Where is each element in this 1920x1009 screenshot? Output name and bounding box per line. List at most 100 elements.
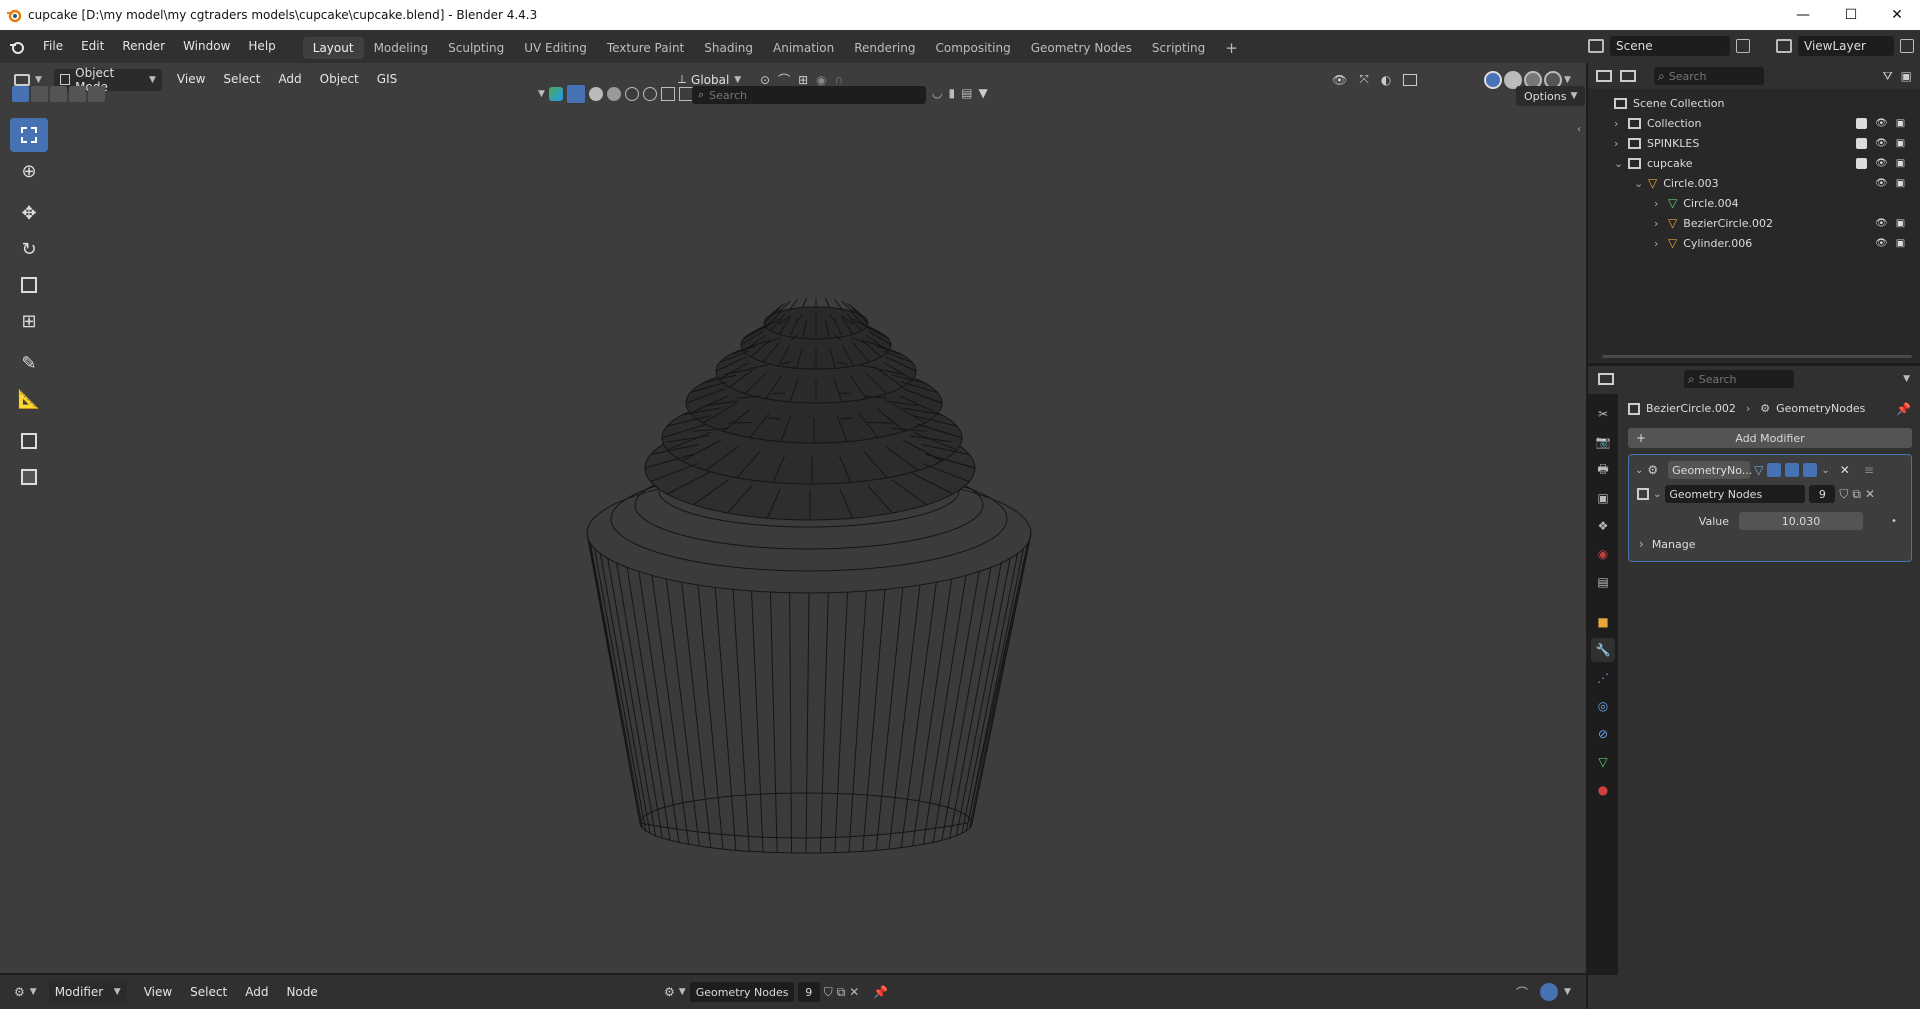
proportional-edit-icon[interactable]: ◉: [816, 73, 826, 87]
chevron-down-icon[interactable]: ⌄: [1821, 465, 1829, 476]
chevron-down-icon[interactable]: ⌄: [1634, 177, 1648, 190]
delete-modifier-icon[interactable]: ✕: [1840, 463, 1850, 477]
camera-icon[interactable]: ▣: [1896, 158, 1905, 169]
chevron-right-icon[interactable]: ›: [1654, 237, 1668, 250]
rotate-tool[interactable]: ↻: [10, 232, 48, 266]
wireframe-shading-icon[interactable]: [1484, 70, 1502, 89]
scene-selector[interactable]: Scene: [1610, 36, 1730, 56]
maximize-button[interactable]: ☐: [1828, 0, 1874, 30]
outliner-row-spinkles[interactable]: › SPINKLES 👁 ▣: [1588, 133, 1920, 153]
eye-icon[interactable]: 👁: [1875, 138, 1888, 149]
sphere-icon[interactable]: [588, 87, 603, 101]
viewport-menu-view[interactable]: View: [168, 63, 214, 96]
display-mode-icon[interactable]: [1620, 70, 1636, 82]
cage-icon[interactable]: [1767, 463, 1782, 477]
pin-icon[interactable]: 📌: [1896, 402, 1911, 416]
modifier-name-field[interactable]: GeometryNo...: [1668, 461, 1752, 479]
properties-search-input[interactable]: [1698, 372, 1779, 386]
node-context-selector[interactable]: Modifier ▼: [48, 981, 127, 1003]
bookmark-icon[interactable]: ▮: [948, 86, 955, 100]
eye-icon[interactable]: 👁: [1875, 178, 1888, 189]
outliner-editor-icon[interactable]: [1596, 70, 1612, 82]
new-collection-icon[interactable]: ▣: [1901, 69, 1912, 83]
select-new-icon[interactable]: [12, 86, 29, 102]
close-window-button[interactable]: ✕: [1874, 0, 1920, 30]
pin-icon[interactable]: 📌: [873, 985, 888, 999]
view-layer-selector[interactable]: ViewLayer: [1798, 36, 1894, 56]
move-tool[interactable]: ✥: [10, 196, 48, 230]
eye-icon[interactable]: 👁: [1875, 118, 1888, 129]
tab-sculpting[interactable]: Sculpting: [438, 37, 514, 59]
3d-viewport[interactable]: [0, 63, 1586, 973]
outliner-search-field[interactable]: ⌕: [1654, 67, 1764, 85]
add-workspace-icon[interactable]: +: [1215, 37, 1248, 59]
camera-icon[interactable]: ▣: [1896, 138, 1905, 149]
add-modifier-button[interactable]: + Add Modifier: [1628, 428, 1912, 448]
outliner-search-input[interactable]: [1668, 69, 1749, 83]
transform-tool[interactable]: ⊞: [10, 304, 48, 338]
select-extend-icon[interactable]: [31, 86, 48, 102]
measure-tool[interactable]: 📐: [10, 382, 48, 416]
node-menu-node[interactable]: Node: [277, 976, 326, 1009]
fake-user-icon[interactable]: ⛉: [824, 985, 833, 1000]
select-box-tool[interactable]: [10, 118, 48, 152]
chevron-down-icon[interactable]: ▼: [1903, 374, 1910, 384]
chevron-right-icon[interactable]: ›: [1614, 137, 1628, 150]
unlink-icon[interactable]: ✕: [849, 985, 859, 999]
tab-physics[interactable]: ◎: [1591, 694, 1615, 718]
tab-data[interactable]: ▽: [1591, 750, 1615, 774]
user-count[interactable]: 9: [1809, 485, 1836, 503]
viewport-menu-select[interactable]: Select: [214, 63, 269, 96]
node-editor-type-selector[interactable]: ⚙ ▼: [8, 981, 43, 1003]
tab-scripting[interactable]: Scripting: [1142, 37, 1215, 59]
outliner-row-circle-003[interactable]: ⌄ ▽ Circle.003 👁 ▣: [1588, 173, 1920, 193]
tab-rendering[interactable]: Rendering: [844, 37, 925, 59]
drag-handle-icon[interactable]: ≡: [1864, 463, 1874, 477]
cursor-tool[interactable]: ⊕: [10, 154, 48, 188]
node-tree-icon[interactable]: ⚙: [664, 985, 675, 999]
fake-user-icon[interactable]: ⛉: [1839, 487, 1848, 502]
tab-layout[interactable]: Layout: [302, 36, 364, 59]
render-display-icon[interactable]: [1803, 463, 1818, 477]
menu-help[interactable]: Help: [239, 30, 284, 63]
chevron-down-icon[interactable]: ▼: [679, 987, 686, 997]
exclude-checkbox[interactable]: [1856, 117, 1867, 129]
filter-icon[interactable]: ⛛: [1883, 69, 1893, 84]
snap-icon[interactable]: ⌒: [1516, 984, 1528, 1001]
node-tree-icon[interactable]: [1637, 488, 1649, 500]
menu-file[interactable]: File: [34, 30, 72, 63]
camera-icon[interactable]: [678, 87, 693, 101]
add-cube-tool[interactable]: [10, 424, 48, 458]
scale-tool[interactable]: [10, 268, 48, 302]
viewport-search-input[interactable]: [709, 88, 890, 102]
chevron-down-icon[interactable]: ▼: [538, 89, 545, 99]
tab-collection[interactable]: ▤: [1591, 570, 1615, 594]
options-dropdown[interactable]: Options ▼: [1516, 86, 1586, 106]
new-view-layer-icon[interactable]: [1900, 39, 1914, 53]
select-intersect-icon[interactable]: [88, 86, 105, 102]
unlink-icon[interactable]: ✕: [1865, 487, 1875, 501]
viewport-display-icon[interactable]: [1785, 463, 1800, 477]
visibility-icon[interactable]: 👁: [1332, 73, 1347, 87]
extrude-tool[interactable]: [10, 460, 48, 494]
camera-icon[interactable]: ▣: [1896, 118, 1905, 129]
duplicate-icon[interactable]: ⧉: [837, 985, 846, 1000]
menu-window[interactable]: Window: [174, 30, 239, 63]
sphere-icon[interactable]: [624, 87, 639, 101]
falloff-icon[interactable]: ∩: [835, 73, 844, 87]
eye-icon[interactable]: 👁: [1875, 158, 1888, 169]
chevron-right-icon[interactable]: ›: [1654, 217, 1668, 230]
outliner-row-collection[interactable]: › Collection 👁 ▣: [1588, 113, 1920, 133]
viewport-menu-object[interactable]: Object: [311, 63, 368, 96]
xray-icon[interactable]: [1403, 73, 1418, 86]
tab-animation[interactable]: Animation: [763, 37, 844, 59]
eye-icon[interactable]: 👁: [1875, 238, 1888, 249]
gizmo-icon[interactable]: ⤧: [1359, 72, 1369, 87]
sphere-icon[interactable]: [642, 87, 657, 101]
pivot-icon[interactable]: ⊙: [760, 73, 770, 87]
sphere-icon[interactable]: [606, 87, 621, 101]
keyframe-dot-icon[interactable]: •: [1891, 516, 1897, 527]
filter-icon[interactable]: ▼: [978, 86, 987, 100]
chevron-right-icon[interactable]: ›: [1654, 197, 1668, 210]
annotate-tool[interactable]: ✎: [10, 346, 48, 380]
